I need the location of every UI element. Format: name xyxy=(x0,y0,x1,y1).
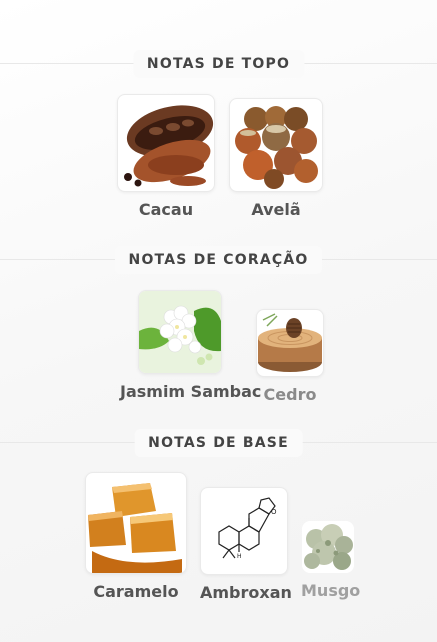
section-title-top: NOTAS DE TOPO xyxy=(132,50,305,78)
note-musgo[interactable]: Musgo xyxy=(301,521,361,600)
caramel-icon xyxy=(85,472,187,574)
moss-icon xyxy=(302,521,354,573)
note-label: Avelã xyxy=(251,200,301,219)
note-ambroxan[interactable]: O H Ambroxan xyxy=(200,487,292,602)
note-label: Cacau xyxy=(138,200,194,219)
note-label: Cedro xyxy=(263,385,317,404)
note-label: Musgo xyxy=(301,581,361,600)
cacao-icon xyxy=(117,94,215,192)
note-cacau[interactable]: Cacau xyxy=(117,94,215,219)
ambroxan-molecule-icon: O H xyxy=(200,487,288,575)
note-label: Ambroxan xyxy=(200,583,292,602)
note-label: Jasmim Sambac xyxy=(120,382,262,401)
cedar-icon xyxy=(256,309,324,377)
note-jasmim-sambac[interactable]: Jasmim Sambac xyxy=(120,290,262,401)
note-label: Caramelo xyxy=(93,582,179,601)
section-title-heart: NOTAS DE CORAÇÃO xyxy=(114,246,323,274)
note-avela[interactable]: Avelã xyxy=(229,98,323,219)
jasmine-icon xyxy=(138,290,222,374)
hazelnut-icon xyxy=(229,98,323,192)
svg-text:H: H xyxy=(237,553,242,560)
svg-text:O: O xyxy=(271,508,277,516)
note-caramelo[interactable]: Caramelo xyxy=(85,472,187,601)
section-title-base: NOTAS DE BASE xyxy=(134,429,303,457)
note-cedro[interactable]: Cedro xyxy=(256,309,324,404)
